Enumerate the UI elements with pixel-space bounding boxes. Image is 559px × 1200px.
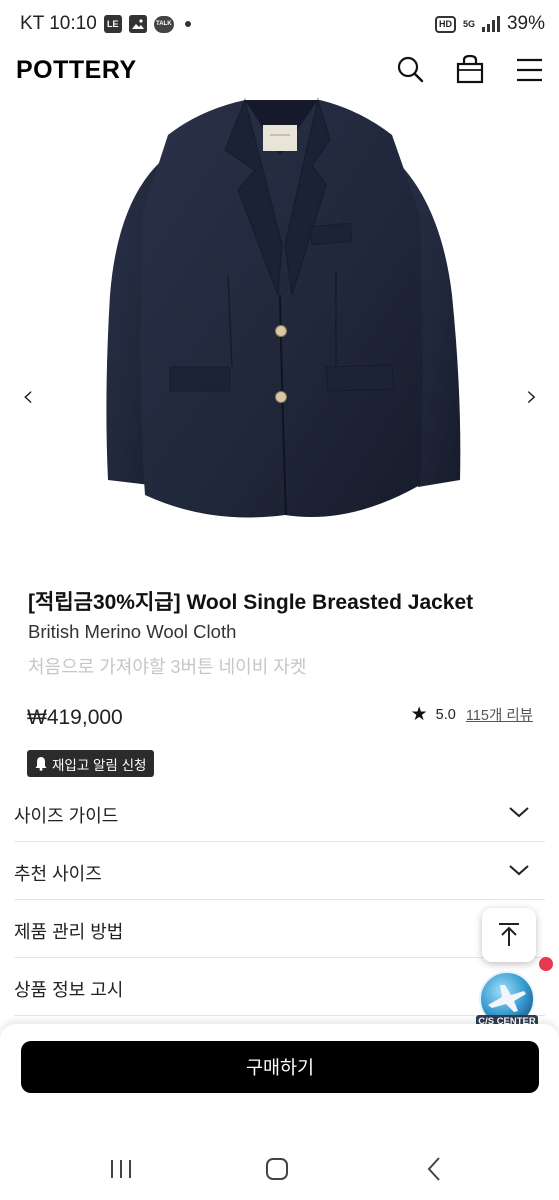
purchase-bar: 구매하기 [0,1024,559,1136]
scroll-to-top-button[interactable] [482,908,536,962]
lte-icon: LE [103,15,122,33]
battery-level: 39% [506,13,545,34]
home-button[interactable] [262,1154,292,1184]
chevron-down-icon [509,807,529,818]
accordion-product-notice[interactable]: 상품 정보 고시 [14,958,545,1016]
more-notifications-icon [184,21,191,27]
product-price: ₩419,000 [27,706,123,729]
shopping-bag-icon [456,54,484,84]
chevron-down-icon [509,865,529,876]
search-icon [397,56,424,83]
kakaotalk-icon: TALK [153,15,174,33]
bell-icon [35,757,47,771]
gallery-icon [128,15,147,33]
status-bar: KT 10:10 LE TALK HD 5G 39% [0,0,559,50]
buy-button[interactable]: 구매하기 [21,1041,539,1093]
carousel-prev-button[interactable]: ‹ [16,380,40,414]
cart-button[interactable] [450,50,490,90]
carrier-time: KT 10:10 [20,13,97,34]
recent-apps-icon [111,1160,131,1178]
menu-button[interactable] [509,50,549,90]
hamburger-icon [517,58,542,82]
notification-dot [539,957,553,971]
jacket-image [106,97,461,518]
restock-alert-label: 재입고 알림 신청 [52,757,147,773]
restock-alert-button[interactable]: 재입고 알림 신청 [27,750,155,777]
hd-voice-icon: HD [434,15,456,33]
signal-icon [481,16,500,32]
back-button[interactable] [420,1154,450,1184]
status-right: HD 5G 39% [434,13,545,35]
star-icon: ★ [410,704,428,725]
status-left: KT 10:10 LE TALK [20,13,191,35]
system-nav-bar [0,1136,559,1200]
product-subtitle: British Merino Wool Cloth [28,621,237,642]
product-image-carousel[interactable]: ‹ › [0,95,559,535]
brand-logo[interactable]: POTTERY [16,56,137,85]
recent-apps-button[interactable] [106,1154,136,1184]
search-button[interactable] [390,50,430,90]
accordion-label: 제품 관리 방법 [14,922,124,942]
accordion-label: 사이즈 가이드 [14,806,119,826]
home-icon [266,1158,288,1180]
product-description: 처음으로 가져야할 3버튼 네이비 자켓 [28,657,307,677]
product-title: [적립금30%지급] Wool Single Breasted Jacket [28,591,474,614]
accordion-label: 상품 정보 고시 [14,980,124,1000]
accordion-recommended-size[interactable]: 추천 사이즈 [14,842,545,900]
reviews-link[interactable]: 115개 리뷰 [466,704,533,725]
app-header: POTTERY [0,50,559,90]
rating-score: 5.0 [435,706,456,723]
back-icon [427,1157,440,1181]
product-rating: ★ 5.0 115개 리뷰 [411,703,533,726]
accordion-size-guide[interactable]: 사이즈 가이드 [14,784,545,842]
network-type: 5G [462,18,475,29]
arrow-up-icon [499,923,519,946]
carousel-next-button[interactable]: › [520,380,544,414]
accordion-care-method[interactable]: 제품 관리 방법 [14,900,545,958]
accordion-label: 추천 사이즈 [14,864,102,884]
